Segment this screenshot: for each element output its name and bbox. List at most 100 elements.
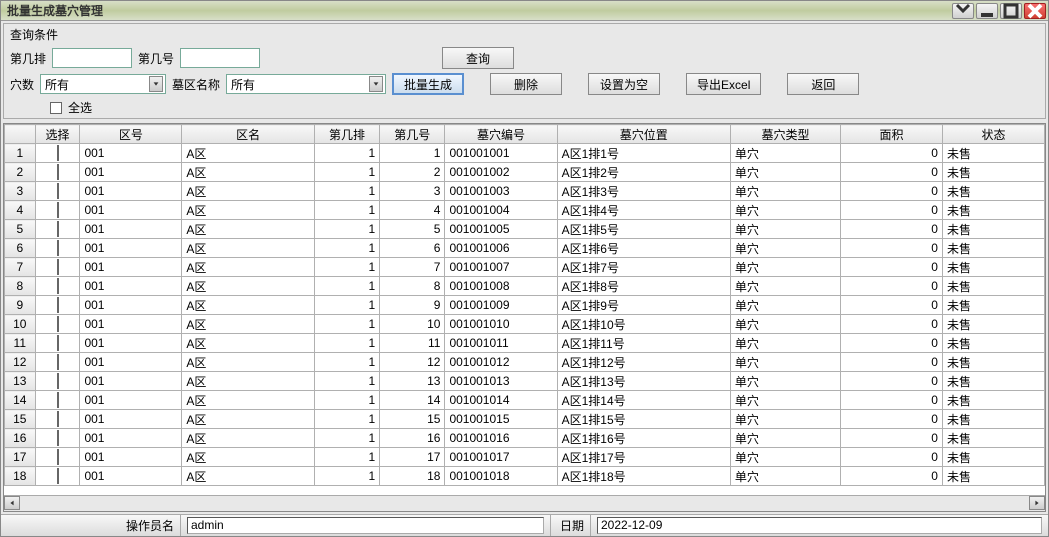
row-select-checkbox[interactable] [57,221,59,237]
status-cell: 未售 [942,372,1044,391]
row-header[interactable]: 12 [5,353,36,372]
select-cell [35,201,80,220]
set-empty-button[interactable]: 设置为空 [588,73,660,95]
row-select-checkbox[interactable] [57,164,59,180]
column-header[interactable]: 面积 [841,125,943,144]
row-header[interactable]: 1 [5,144,36,163]
col-number-input[interactable] [180,48,260,68]
table-row[interactable]: 14001A区114001001014A区1排14号单穴0未售 [5,391,1045,410]
column-header[interactable]: 区号 [80,125,182,144]
table-row[interactable]: 17001A区117001001017A区1排17号单穴0未售 [5,448,1045,467]
export-excel-button[interactable]: 导出Excel [686,73,761,95]
row-select-checkbox[interactable] [57,316,59,332]
table-row[interactable]: 9001A区19001001009A区1排9号单穴0未售 [5,296,1045,315]
row-select-checkbox[interactable] [57,373,59,389]
row-select-checkbox[interactable] [57,145,59,161]
scroll-left-icon[interactable] [4,496,20,510]
row-header[interactable]: 13 [5,372,36,391]
area-name-cell: A区 [182,182,315,201]
minimize-top-button[interactable] [952,3,974,19]
row-select-checkbox[interactable] [57,259,59,275]
table-row[interactable]: 3001A区13001001003A区1排3号单穴0未售 [5,182,1045,201]
query-button[interactable]: 查询 [442,47,514,69]
column-header[interactable]: 墓穴类型 [730,125,840,144]
row-select-checkbox[interactable] [57,449,59,465]
table-row[interactable]: 5001A区15001001005A区1排5号单穴0未售 [5,220,1045,239]
select-cell [35,182,80,201]
table-row[interactable]: 15001A区115001001015A区1排15号单穴0未售 [5,410,1045,429]
scroll-right-icon[interactable] [1029,496,1045,510]
select-all-checkbox[interactable] [50,102,62,114]
column-header[interactable]: 状态 [942,125,1044,144]
table-row[interactable]: 10001A区110001001010A区1排10号单穴0未售 [5,315,1045,334]
table-row[interactable]: 8001A区18001001008A区1排8号单穴0未售 [5,277,1045,296]
row-header[interactable]: 8 [5,277,36,296]
row-select-checkbox[interactable] [57,430,59,446]
column-header[interactable]: 墓穴位置 [557,125,730,144]
row-select-checkbox[interactable] [57,411,59,427]
table-row[interactable]: 6001A区16001001006A区1排6号单穴0未售 [5,239,1045,258]
column-header[interactable]: 第几号 [380,125,445,144]
select-cell [35,315,80,334]
table-row[interactable]: 16001A区116001001016A区1排16号单穴0未售 [5,429,1045,448]
table-row[interactable]: 1001A区11001001001A区1排1号单穴0未售 [5,144,1045,163]
minimize-button[interactable] [976,3,998,19]
row-select-checkbox[interactable] [57,468,59,484]
table-row[interactable]: 13001A区113001001013A区1排13号单穴0未售 [5,372,1045,391]
column-header[interactable]: 墓穴编号 [445,125,557,144]
row-select-checkbox[interactable] [57,335,59,351]
type-cell: 单穴 [730,448,840,467]
row-header[interactable]: 11 [5,334,36,353]
row-header[interactable]: 10 [5,315,36,334]
row-header[interactable]: 6 [5,239,36,258]
grid-scroll-area[interactable]: 选择区号区名第几排第几号墓穴编号墓穴位置墓穴类型面积状态 1001A区11001… [4,124,1045,495]
table-row[interactable]: 7001A区17001001007A区1排7号单穴0未售 [5,258,1045,277]
col-cell: 2 [380,163,445,182]
row-header[interactable]: 9 [5,296,36,315]
table-row[interactable]: 11001A区111001001011A区1排11号单穴0未售 [5,334,1045,353]
col-cell: 10 [380,315,445,334]
row-select-checkbox[interactable] [57,240,59,256]
back-button[interactable]: 返回 [787,73,859,95]
row-header[interactable]: 16 [5,429,36,448]
row-header[interactable]: 17 [5,448,36,467]
row-header[interactable]: 7 [5,258,36,277]
column-header[interactable]: 选择 [35,125,80,144]
table-row[interactable]: 18001A区118001001018A区1排18号单穴0未售 [5,467,1045,486]
row-header[interactable]: 5 [5,220,36,239]
area-name-cell: A区 [182,163,315,182]
row-select-checkbox[interactable] [57,354,59,370]
select-cell [35,220,80,239]
row-number-input[interactable] [52,48,132,68]
holes-combo[interactable]: 所有 [40,74,166,94]
code-cell: 001001014 [445,391,557,410]
type-cell: 单穴 [730,258,840,277]
row-header[interactable]: 3 [5,182,36,201]
table-row[interactable]: 12001A区112001001012A区1排12号单穴0未售 [5,353,1045,372]
column-header[interactable]: 区名 [182,125,315,144]
row-select-checkbox[interactable] [57,183,59,199]
row-select-checkbox[interactable] [57,392,59,408]
row-header[interactable]: 14 [5,391,36,410]
table-row[interactable]: 2001A区12001001002A区1排2号单穴0未售 [5,163,1045,182]
delete-button[interactable]: 删除 [490,73,562,95]
row-select-checkbox[interactable] [57,278,59,294]
column-header[interactable] [5,125,36,144]
status-cell: 未售 [942,353,1044,372]
row-header[interactable]: 15 [5,410,36,429]
table-row[interactable]: 4001A区14001001004A区1排4号单穴0未售 [5,201,1045,220]
row-header[interactable]: 2 [5,163,36,182]
area-no-cell: 001 [80,410,182,429]
horizontal-scrollbar[interactable] [4,495,1045,511]
area-name-combo[interactable]: 所有 [226,74,386,94]
area-no-cell: 001 [80,296,182,315]
row-header[interactable]: 18 [5,467,36,486]
row-select-checkbox[interactable] [57,297,59,313]
code-cell: 001001009 [445,296,557,315]
row-select-checkbox[interactable] [57,202,59,218]
close-button[interactable] [1024,3,1046,19]
row-header[interactable]: 4 [5,201,36,220]
column-header[interactable]: 第几排 [314,125,379,144]
batch-generate-button[interactable]: 批量生成 [392,73,464,95]
maximize-button[interactable] [1000,3,1022,19]
